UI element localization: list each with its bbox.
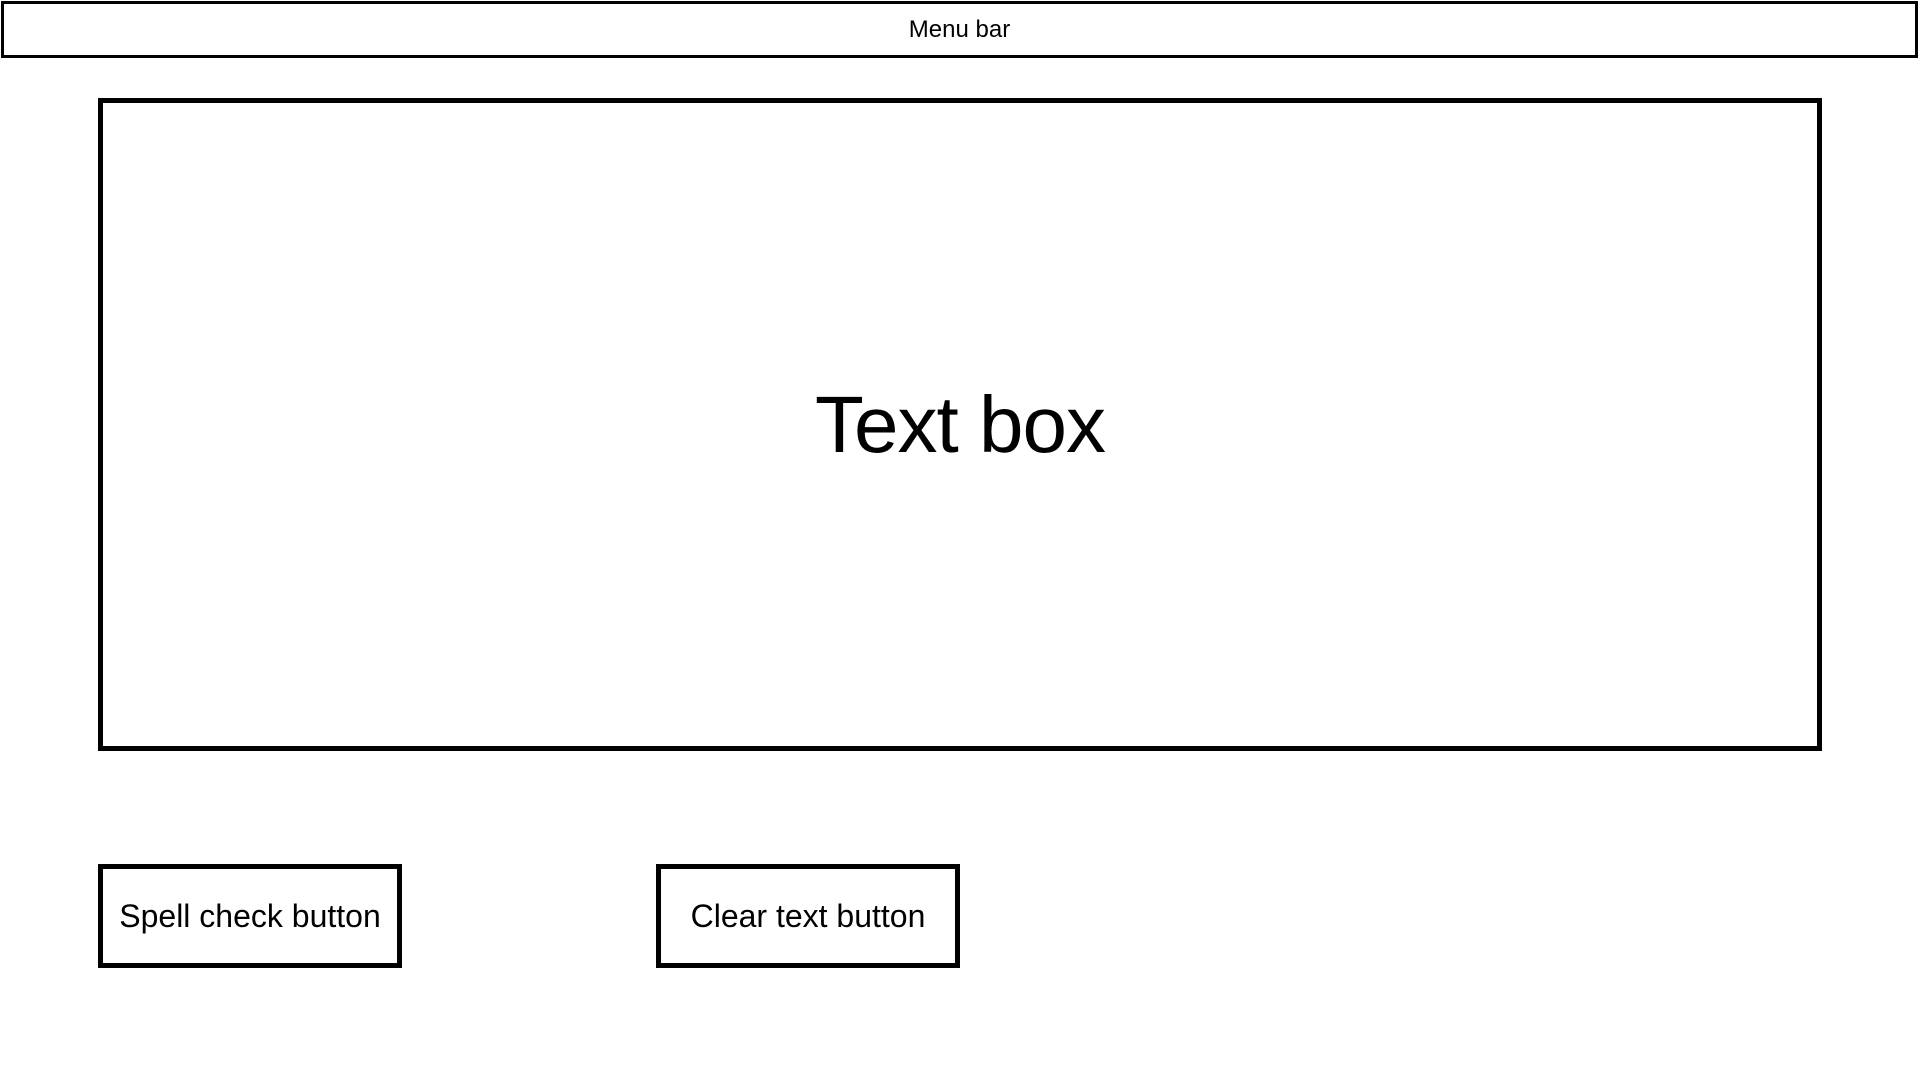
menu-bar[interactable]: Menu bar	[1, 1, 1918, 58]
spell-check-button-label: Spell check button	[119, 898, 381, 934]
menu-bar-label: Menu bar	[908, 15, 1011, 43]
text-box-label: Text box	[815, 379, 1106, 469]
clear-text-button-label: Clear text button	[690, 898, 926, 934]
spell-check-button[interactable]: Spell check button	[98, 864, 402, 968]
wireframe-page: Menu bar Text box Spell check button Cle…	[0, 0, 1920, 1080]
clear-text-button[interactable]: Clear text button	[656, 864, 960, 968]
text-box[interactable]: Text box	[98, 98, 1822, 751]
